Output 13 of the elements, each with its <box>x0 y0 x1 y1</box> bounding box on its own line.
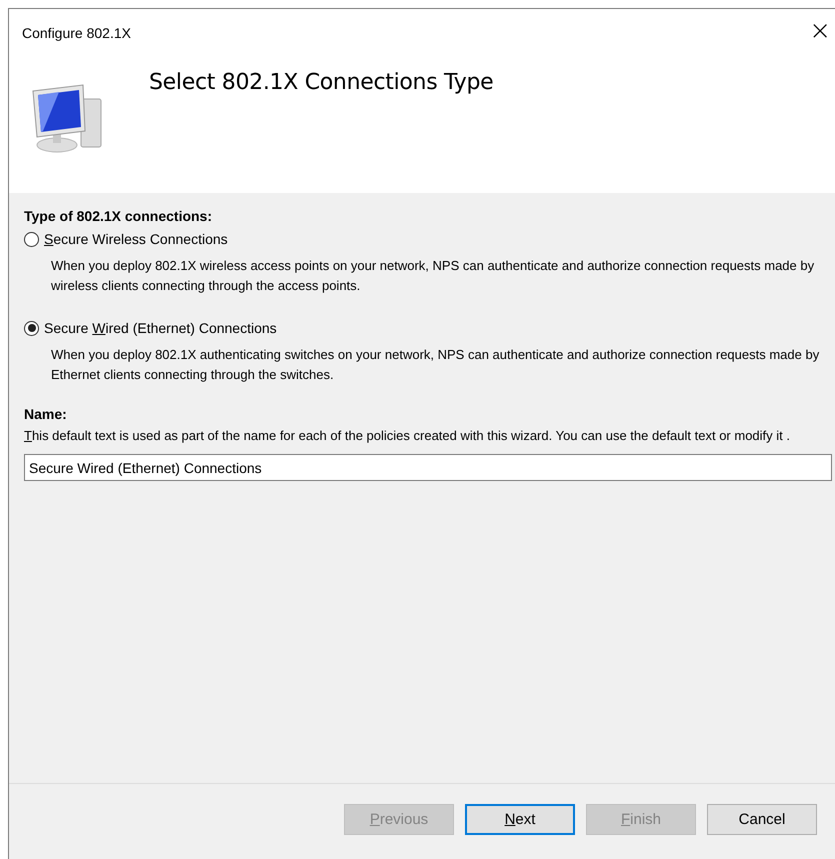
radio-option[interactable]: Secure Wireless Connections <box>24 230 821 248</box>
next-button[interactable]: Next <box>465 804 575 834</box>
name-description: This default text is used as part of the name for each of the policies created with this wizard. You can use the default text or modify it . <box>24 427 791 445</box>
window-title: Configure 802.1X <box>22 25 131 41</box>
option-description: When you deploy 802.1X authenticating switches on your network, NPS can authenticate and authorize connection requests made by Ethernet clients connecting through the switches. <box>51 346 820 384</box>
name-input-field[interactable]: Secure Wired (Ethernet) Connections <box>24 454 832 481</box>
page-title: Select 802.1X Connections Type <box>149 70 494 95</box>
section-heading: Type of 802.1X connections: <box>24 207 212 225</box>
cancel-button[interactable]: Cancel <box>707 804 817 834</box>
section-heading: Name: <box>24 405 67 423</box>
close-button[interactable]: × <box>805 18 835 48</box>
radio-option[interactable]: Secure Wired (Ethernet) Connections <box>24 319 821 337</box>
option-description: When you deploy 802.1X wireless access points on your network, NPS can authenticate and authorize connection requests made by wireless clients connecting through the access points. <box>51 257 816 295</box>
